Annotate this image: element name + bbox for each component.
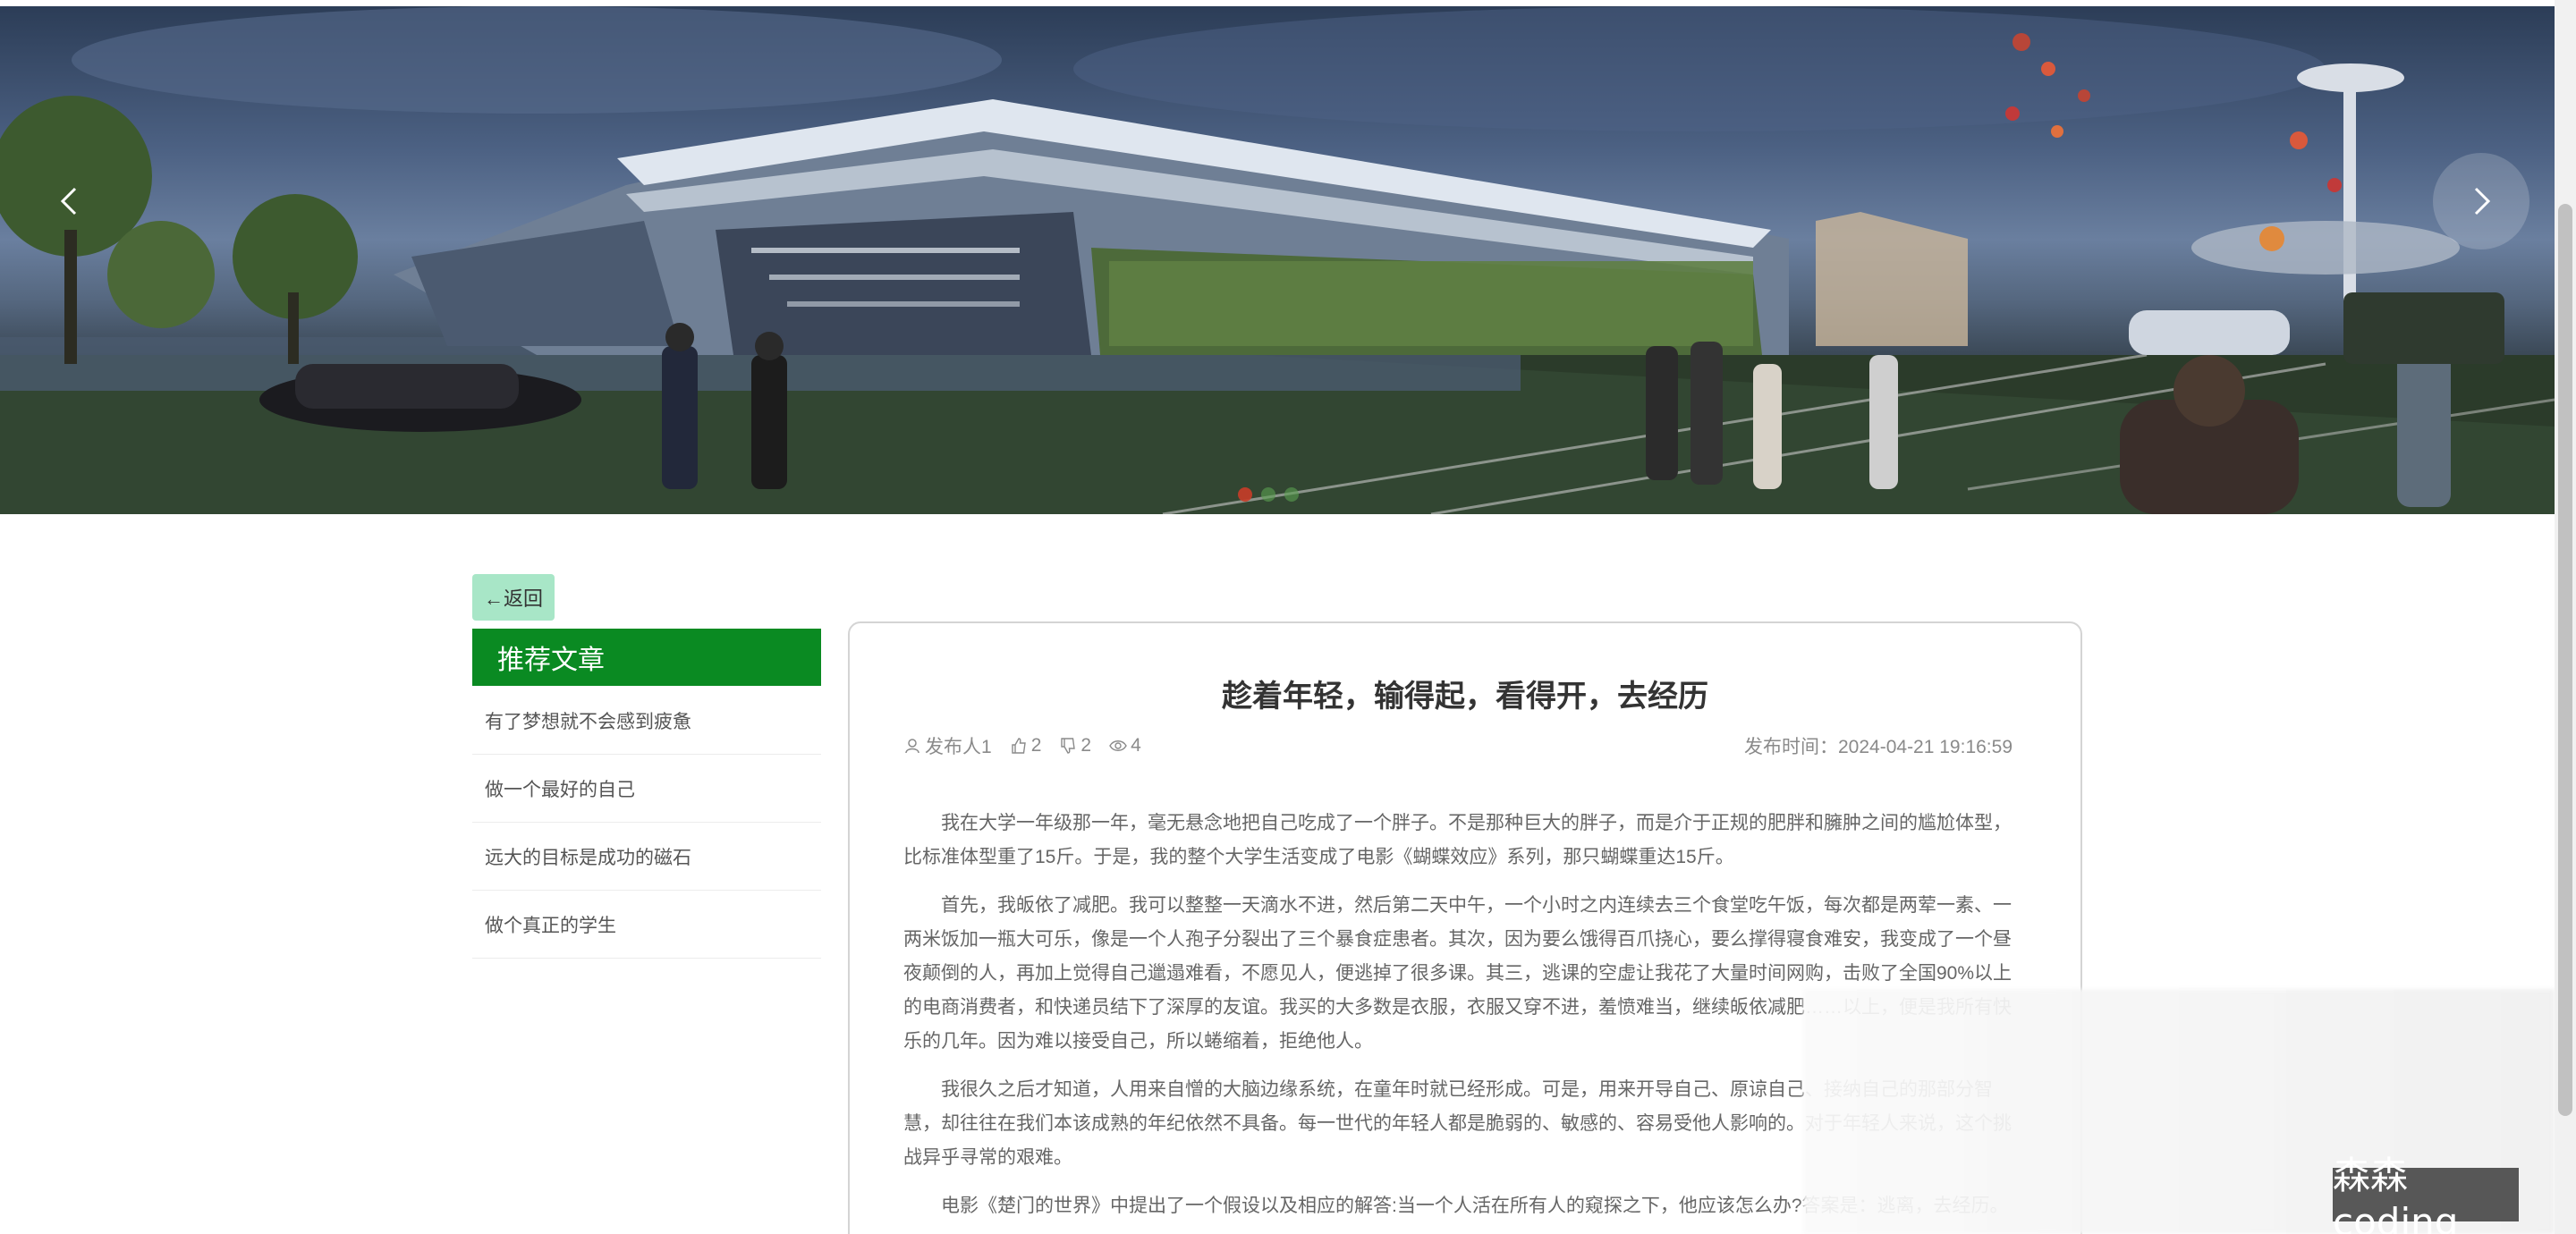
thumbs-down-icon — [1061, 738, 1076, 754]
article-paragraph: 我在大学一年级那一年，毫无悬念地把自己吃成了一个胖子。不是那种巨大的胖子，而是介… — [903, 813, 2012, 867]
carousel-prev-button[interactable] — [21, 153, 118, 249]
article-meta: 发布人1 2 2 4 — [903, 732, 1152, 759]
recommended-articles-title: 推荐文章 — [472, 629, 821, 686]
article-title: 趁着年轻，输得起，看得开，去经历 — [1222, 680, 1708, 714]
like-count: 2 — [1030, 735, 1042, 756]
recommended-articles-list: 有了梦想就不会感到疲惫 做一个最好的自己 远大的目标是成功的磁石 做个真正的学生 — [472, 687, 821, 959]
carousel-next-button[interactable] — [2433, 153, 2529, 249]
like-button[interactable]: 2 — [1010, 735, 1042, 756]
banner-carousel[interactable] — [0, 6, 2555, 514]
recommended-article-link[interactable]: 远大的目标是成功的磁石 — [472, 823, 821, 891]
publish-time: 发布时间：2024-04-21 19:16:59 — [1744, 737, 2012, 757]
thumbs-up-icon — [1011, 738, 1026, 754]
page-scrollbar[interactable] — [2555, 0, 2576, 1234]
back-button[interactable]: ←返回 — [472, 574, 555, 621]
view-count: 4 — [1131, 735, 1141, 756]
chevron-right-icon — [2474, 187, 2491, 216]
user-icon — [905, 739, 919, 754]
watermark-label: 森森coding — [2333, 1154, 2519, 1234]
recommended-article-link[interactable]: 做个真正的学生 — [472, 891, 821, 959]
dislike-count: 2 — [1080, 735, 1092, 756]
carousel-dot-active[interactable] — [1238, 487, 1252, 502]
scrollbar-thumb[interactable] — [2558, 204, 2572, 1116]
recommended-article-link[interactable]: 有了梦想就不会感到疲惫 — [472, 687, 821, 755]
eye-icon — [1109, 740, 1127, 751]
carousel-indicators — [1238, 487, 1299, 502]
carousel-dot[interactable] — [1261, 487, 1275, 502]
article-author: 发布人1 — [925, 737, 992, 757]
banner-image — [0, 6, 2555, 514]
recommended-article-link[interactable]: 做一个最好的自己 — [472, 755, 821, 823]
dislike-button[interactable]: 2 — [1059, 735, 1091, 756]
carousel-dot[interactable] — [1284, 487, 1299, 502]
chevron-left-icon — [60, 187, 77, 216]
